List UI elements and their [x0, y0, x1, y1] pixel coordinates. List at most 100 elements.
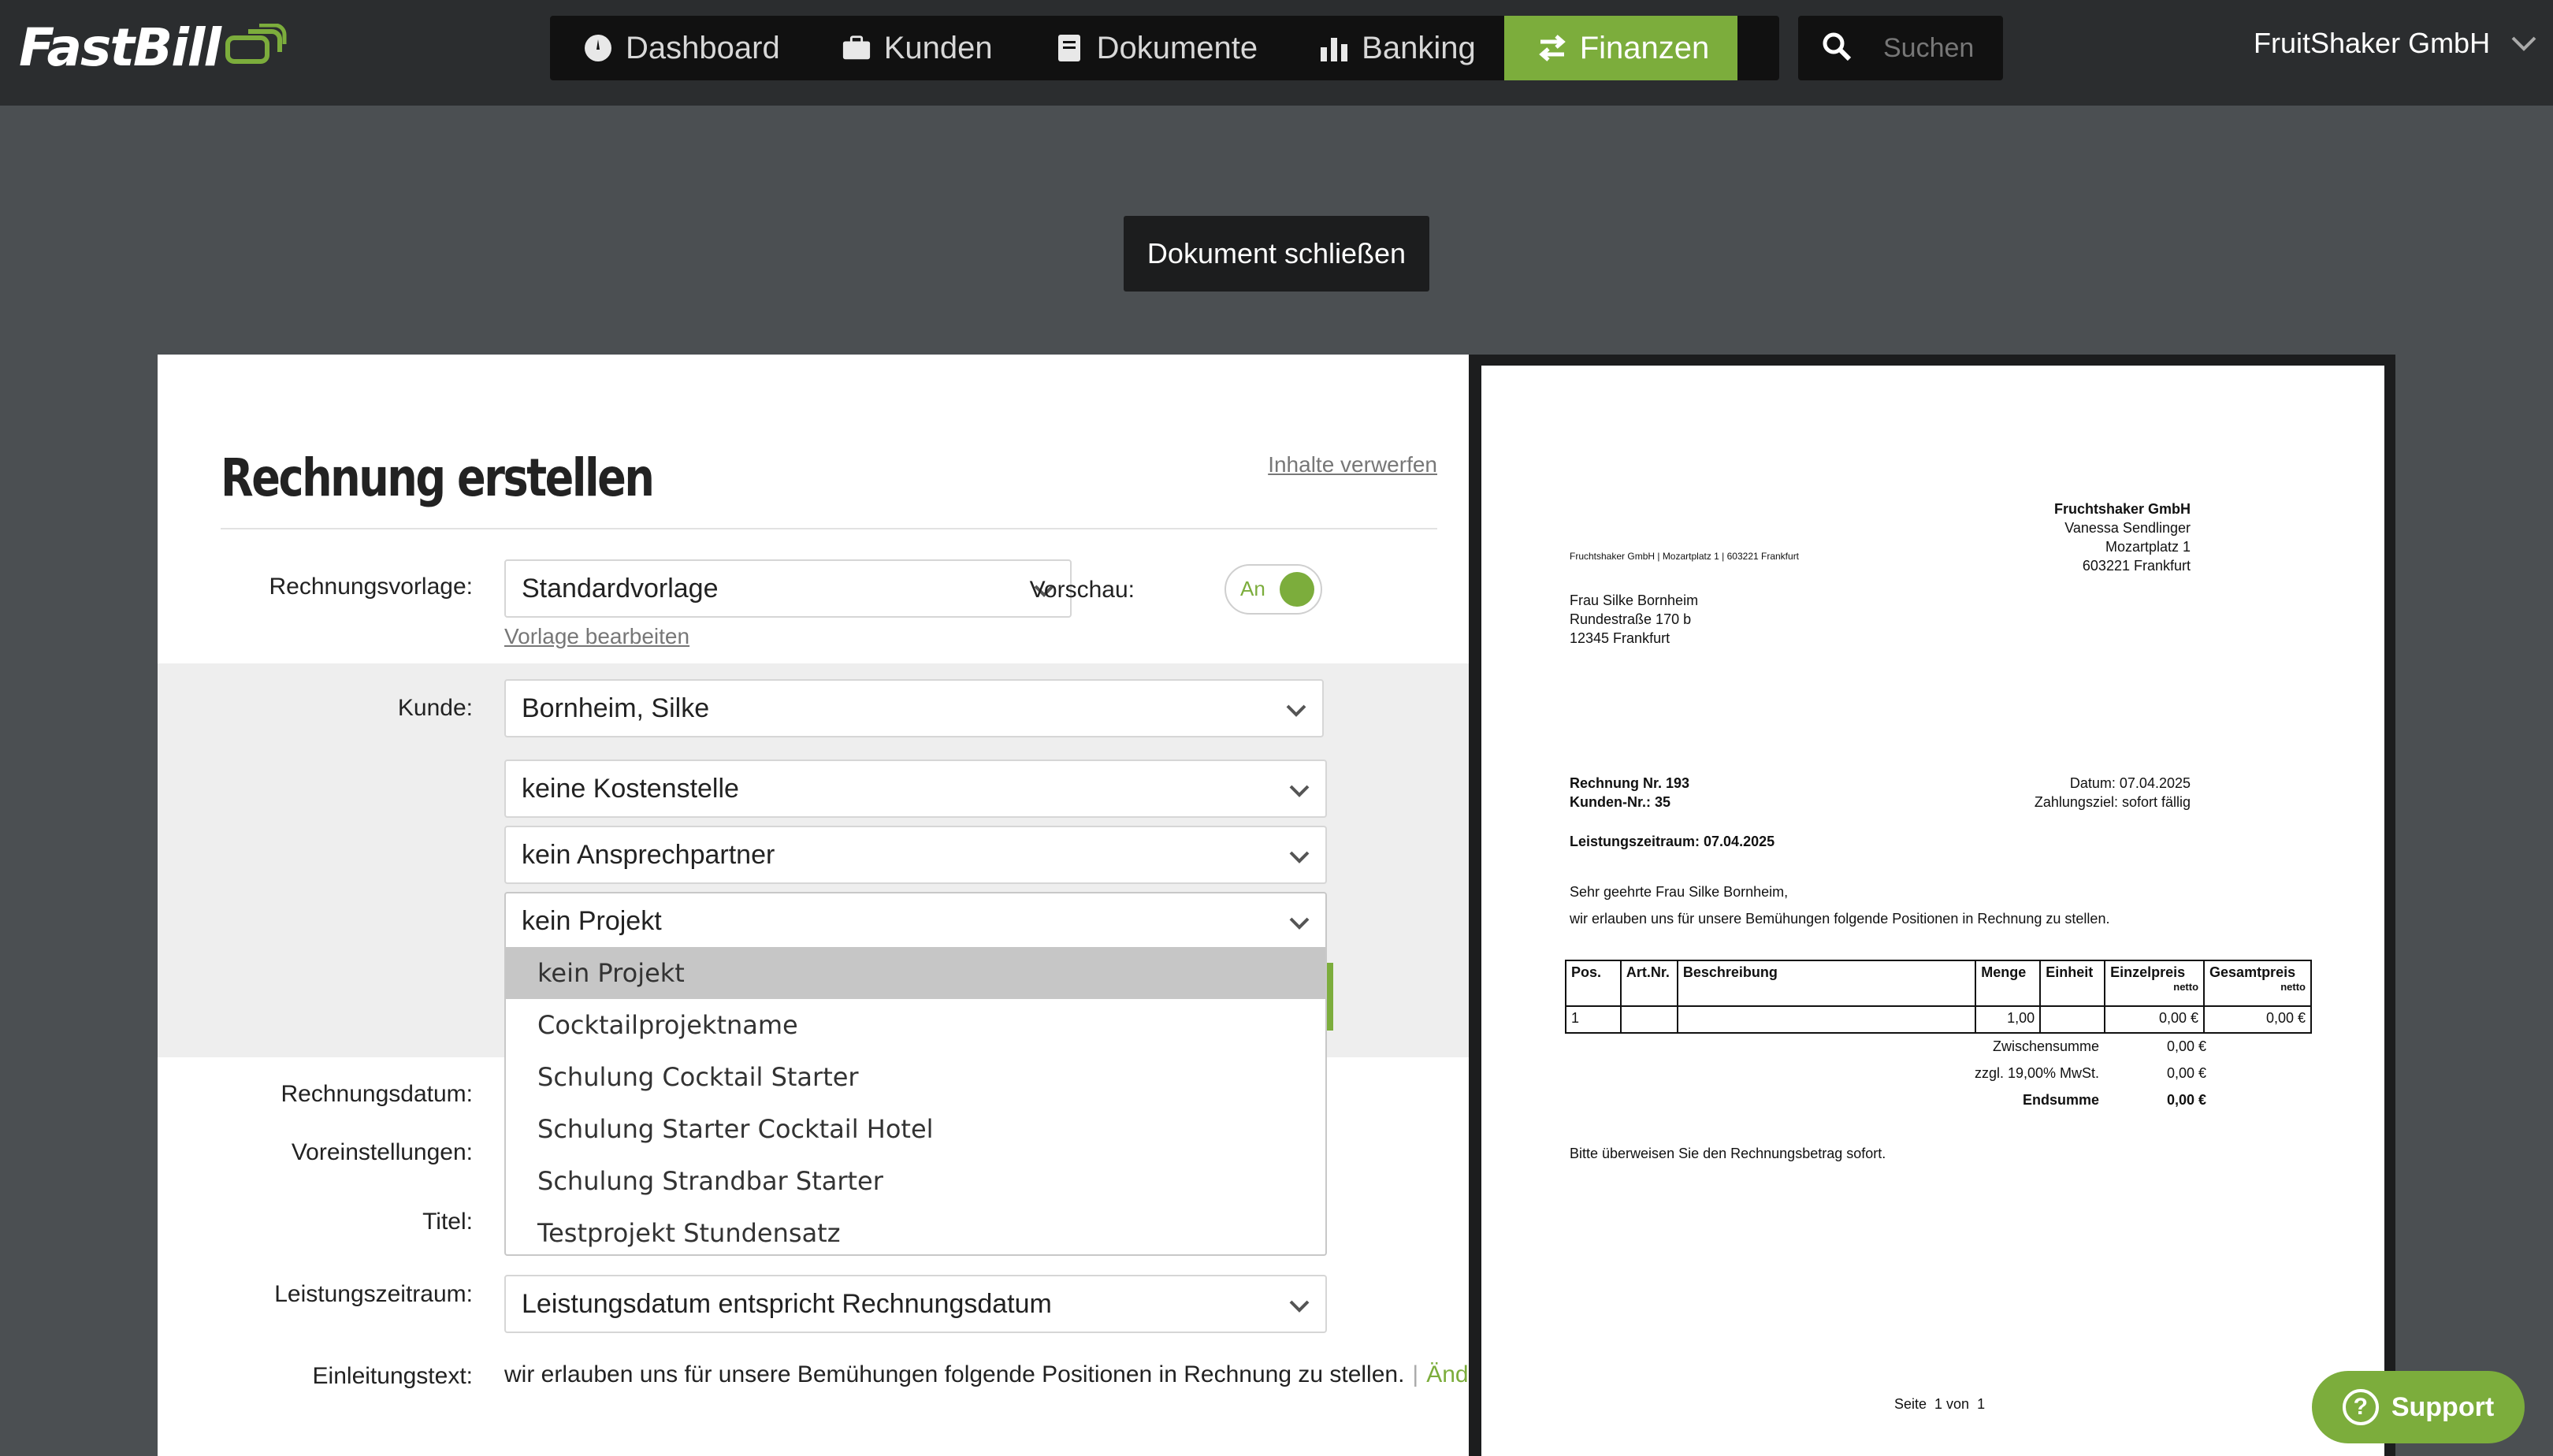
column-header: Pos.	[1565, 960, 1622, 1007]
intro-text-value: wir erlauben uns für unsere Bemühungen f…	[504, 1361, 1405, 1387]
search-box	[1798, 16, 2009, 80]
logo-wordmark: FastBill	[19, 17, 221, 78]
main-nav: Dashboard Kunden Dokumente Banking Finan…	[550, 16, 1779, 80]
table-cell: 1	[1565, 1005, 1622, 1034]
total-value: 0,00 €	[2166, 1092, 2206, 1108]
service-period-select-value: Leistungsdatum entspricht Rechnungsdatum	[522, 1288, 1052, 1319]
dropdown-option[interactable]: Testprojekt Stundensatz	[506, 1207, 1325, 1259]
title-label: Titel:	[422, 1209, 473, 1235]
separator: |	[1412, 1361, 1419, 1387]
sender-street: Mozartplatz 1	[2105, 539, 2191, 555]
transfer-arrows-icon	[1537, 33, 1567, 63]
cost-center-select[interactable]: keine Kostenstelle	[504, 760, 1327, 818]
tax-label: zzgl. 19,00% MwSt.	[1974, 1065, 2099, 1081]
intro-text: wir erlauben uns für unsere Bemühungen f…	[1570, 911, 2110, 927]
bar-chart-icon	[1319, 33, 1349, 63]
intro-text: wir erlauben uns für unsere Bemühungen f…	[504, 1361, 1469, 1388]
nav-dokumente-label: Dokumente	[1096, 30, 1258, 65]
service-period-label: Leistungszeitraum:	[274, 1281, 473, 1307]
invoice-date-label: Rechnungsdatum:	[281, 1081, 474, 1107]
discard-content-link[interactable]: Inhalte verwerfen	[1268, 452, 1437, 477]
dropdown-option[interactable]: Schulung Strandbar Starter	[506, 1155, 1325, 1207]
table-cell	[2039, 1005, 2106, 1034]
dropdown-option[interactable]: Schulung Cocktail Starter	[506, 1051, 1325, 1103]
document-icon	[1054, 33, 1084, 63]
invoice-date: Datum: 07.04.2025	[2069, 775, 2191, 791]
column-header: Gesamtpreis	[2209, 964, 2296, 980]
sender-city: 603221 Frankfurt	[2082, 558, 2191, 574]
chevron-down-icon	[1286, 704, 1306, 717]
nav-kunden[interactable]: Kunden	[808, 16, 1021, 80]
subtotal-label: Zwischensumme	[1992, 1038, 2099, 1054]
chevron-down-icon	[2511, 36, 2536, 51]
account-menu[interactable]: FruitShaker GmbH	[2254, 27, 2537, 60]
tax-value: 0,00 €	[2166, 1065, 2206, 1081]
column-header: Beschreibung	[1676, 960, 1977, 1007]
dropdown-option[interactable]: Schulung Starter Cocktail Hotel	[506, 1103, 1325, 1155]
page-title: Rechnung erstellen	[221, 448, 655, 508]
customer-select-value: Bornheim, Silke	[522, 693, 710, 723]
column-header: Menge	[1975, 960, 2042, 1007]
contact-person-select-value: kein Ansprechpartner	[522, 839, 775, 870]
sender-contact: Vanessa Sendlinger	[2064, 520, 2191, 536]
chevron-down-icon	[1289, 785, 1310, 797]
table-cell	[1619, 1005, 1678, 1034]
close-document-button[interactable]: Dokument schließen	[1124, 216, 1429, 292]
logo-mark-icon	[225, 24, 287, 64]
change-intro-link[interactable]: Ändern	[1426, 1361, 1469, 1387]
template-select-value: Standardvorlage	[522, 573, 719, 604]
preview-toggle[interactable]: An	[1224, 564, 1322, 615]
search-input[interactable]	[1883, 32, 2009, 64]
invoice-preview-paper: Fruchtshaker GmbH Vanessa Sendlinger Moz…	[1481, 366, 2384, 1456]
nav-dashboard-label: Dashboard	[626, 30, 780, 65]
netto-note: netto	[2173, 981, 2199, 993]
briefcase-icon	[842, 33, 871, 63]
fastbill-logo[interactable]: FastBill	[19, 16, 288, 79]
green-button-edge	[1327, 963, 1333, 1031]
sender-address-line: Fruchtshaker GmbH | Mozartplatz 1 | 6032…	[1570, 551, 1800, 562]
nav-finanzen-label: Finanzen	[1579, 30, 1710, 65]
search-icon[interactable]	[1822, 32, 1852, 65]
support-button[interactable]: ? Support	[2312, 1371, 2525, 1443]
nav-banking[interactable]: Banking	[1286, 16, 1504, 80]
preview-label: Vorschau:	[1029, 577, 1135, 603]
recipient-street: Rundestraße 170 b	[1570, 611, 1692, 627]
netto-note: netto	[2280, 981, 2306, 993]
project-select[interactable]: kein Projekt	[504, 892, 1327, 950]
template-label: Rechnungsvorlage:	[269, 574, 473, 600]
column-header: Art.Nr.	[1619, 960, 1678, 1007]
column-header-unit-price: Einzelpreis netto	[2104, 960, 2206, 1007]
dropdown-option[interactable]: Cocktailprojektname	[506, 999, 1325, 1051]
title-divider	[221, 528, 1437, 529]
help-question-icon: ?	[2342, 1389, 2379, 1425]
account-name: FruitShaker GmbH	[2254, 27, 2491, 59]
total-label: Endsumme	[2022, 1092, 2099, 1108]
presets-label: Voreinstellungen:	[291, 1139, 473, 1165]
project-select-value: kein Projekt	[522, 905, 662, 936]
dropdown-option[interactable]: kein Projekt	[506, 947, 1325, 999]
recipient-city: 12345 Frankfurt	[1570, 630, 1670, 646]
subtotal-value: 0,00 €	[2166, 1038, 2206, 1054]
chevron-down-icon	[1289, 851, 1310, 864]
table-header-row: Pos. Art.Nr. Beschreibung Menge Einheit …	[1565, 960, 2312, 1007]
nav-finanzen[interactable]: Finanzen	[1503, 16, 1738, 80]
customer-number: Kunden-Nr.: 35	[1570, 794, 1671, 810]
table-cell: 0,00 €	[2203, 1005, 2312, 1034]
payment-terms: Zahlungsziel: sofort fällig	[2034, 794, 2191, 810]
invoice-items-table: Pos. Art.Nr. Beschreibung Menge Einheit …	[1565, 960, 2312, 1034]
nav-dokumente[interactable]: Dokumente	[1021, 16, 1287, 80]
table-cell: 1,00	[1975, 1005, 2042, 1034]
toggle-knob	[1280, 572, 1314, 607]
nav-banking-label: Banking	[1362, 30, 1476, 65]
edit-template-link[interactable]: Vorlage bearbeiten	[504, 624, 689, 649]
invoice-form-panel: Rechnung erstellen Inhalte verwerfen Rec…	[158, 355, 1469, 1456]
support-label: Support	[2391, 1391, 2495, 1422]
preview-toggle-label: An	[1240, 577, 1265, 600]
contact-person-select[interactable]: kein Ansprechpartner	[504, 826, 1327, 884]
sender-name: Fruchtshaker GmbH	[2053, 501, 2191, 517]
customer-select[interactable]: Bornheim, Silke	[504, 679, 1324, 737]
nav-dashboard[interactable]: Dashboard	[550, 16, 808, 80]
table-cell	[1676, 1005, 1977, 1034]
service-period-select[interactable]: Leistungsdatum entspricht Rechnungsdatum	[504, 1275, 1327, 1333]
customer-label: Kunde:	[397, 695, 473, 721]
